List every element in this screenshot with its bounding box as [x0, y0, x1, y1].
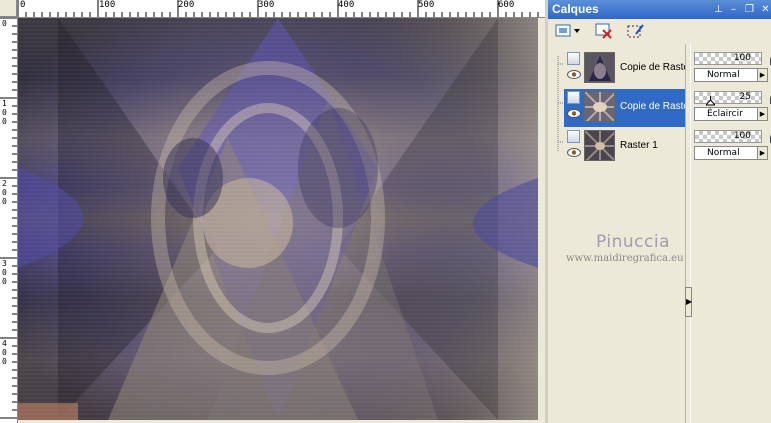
image-canvas[interactable] — [18, 18, 538, 420]
blend-dropdown-arrow-icon[interactable]: ▶ — [758, 68, 768, 82]
ruler-v-300-d3: 0 — [2, 277, 7, 286]
panel-title: Calques — [552, 2, 599, 16]
ruler-label-0: 0 — [20, 0, 26, 10]
ruler-v-200-d3: 0 — [2, 197, 7, 206]
opacity-value: 25 — [739, 92, 751, 102]
layer-thumbnail — [584, 91, 615, 122]
panel-splitter[interactable]: ▶ — [685, 44, 692, 423]
opacity-value: 100 — [733, 131, 751, 141]
ruler-label-200: 200 — [178, 0, 195, 10]
ruler-label-0-v: 0 — [2, 19, 7, 28]
blend-dropdown-arrow-icon[interactable]: ▶ — [758, 107, 768, 121]
ruler-v-200-d2: 0 — [2, 188, 7, 197]
ruler-label-500: 500 — [418, 0, 435, 10]
layer-name: Raster 1 — [620, 140, 658, 151]
layer-visibility-toggle[interactable] — [567, 130, 580, 143]
canvas-scrollbar[interactable] — [538, 18, 545, 423]
blend-mode-select[interactable]: Éclaircir — [694, 107, 758, 121]
layer-properties-2: 25 Éclaircir ▶ — [694, 89, 771, 127]
layer-properties-3: 100 Normal ▶ — [694, 128, 771, 166]
eye-icon[interactable] — [567, 148, 581, 157]
ruler-corner — [0, 0, 17, 17]
layer-properties-1: 100 Normal ▶ — [694, 50, 771, 88]
ruler-label-600: 600 — [498, 0, 515, 10]
opacity-value: 100 — [733, 53, 751, 63]
eye-icon[interactable] — [567, 70, 581, 79]
abstract-artwork — [18, 18, 538, 420]
pin-icon[interactable]: ⊥ — [712, 3, 725, 16]
ruler-v-100-d2: 0 — [2, 108, 7, 117]
layer-row-copie-raster-1-selected[interactable]: Copie de Raster 1 — [564, 89, 688, 127]
ruler-label-400: 400 — [338, 0, 355, 10]
blend-mode-select[interactable]: Normal — [694, 68, 758, 82]
ruler-label-100: 100 — [99, 0, 116, 10]
slider-thumb-icon[interactable] — [706, 96, 715, 106]
opacity-slider[interactable]: 25 — [694, 91, 762, 106]
layers-panel: Calques ⊥ – ❐ ✕ Copie de Rast Copie de R… — [545, 0, 771, 423]
ruler-v-100-d3: 0 — [2, 117, 7, 126]
layer-thumbnail — [584, 130, 615, 161]
layer-thumbnail — [584, 52, 615, 83]
ruler-label-300: 300 — [258, 0, 275, 10]
opacity-slider[interactable]: 100 — [694, 130, 762, 143]
edit-selection-icon[interactable] — [626, 22, 646, 40]
ruler-v-300-d1: 3 — [2, 259, 7, 268]
ruler-v-400-d2: 0 — [2, 348, 7, 357]
blend-dropdown-arrow-icon[interactable]: ▶ — [758, 146, 768, 160]
watermark-name: Pinuccia — [596, 232, 670, 252]
delete-layer-icon[interactable] — [594, 22, 614, 40]
ruler-v-400-d1: 4 — [2, 339, 7, 348]
layer-name: Copie de Raster 1 — [620, 62, 688, 73]
layer-name: Copie de Raster 1 — [620, 101, 688, 112]
dropdown-arrow-icon — [574, 29, 580, 33]
layer-row-copie-raster-1-top[interactable]: Copie de Raster 1 — [564, 50, 688, 88]
layer-visibility-toggle[interactable] — [567, 52, 580, 65]
close-icon[interactable]: ✕ — [759, 3, 771, 16]
layers-toolbar — [548, 19, 771, 44]
ruler-v-200-d1: 2 — [2, 179, 7, 188]
layer-row-raster-1[interactable]: Raster 1 — [564, 128, 688, 166]
new-layer-icon[interactable] — [554, 22, 580, 40]
blend-mode-select[interactable]: Normal — [694, 146, 758, 160]
ruler-horizontal-ticks — [17, 0, 539, 17]
canvas-area: 0 100 200 300 400 500 600 0 1 0 0 2 0 0 … — [0, 0, 545, 423]
splitter-arrow-icon[interactable]: ▶ — [685, 287, 692, 317]
ruler-horizontal: 0 100 200 300 400 500 600 — [17, 0, 545, 18]
ruler-vertical: 0 1 0 0 2 0 0 3 0 0 4 0 0 — [0, 17, 18, 423]
panel-titlebar[interactable]: Calques ⊥ – ❐ ✕ — [548, 0, 771, 19]
layer-visibility-toggle[interactable] — [567, 91, 580, 104]
ruler-v-400-d3: 0 — [2, 357, 7, 366]
ruler-v-100-d1: 1 — [2, 99, 7, 108]
minimize-icon[interactable]: – — [727, 3, 740, 16]
restore-icon[interactable]: ❐ — [743, 3, 756, 16]
eye-icon[interactable] — [567, 109, 581, 118]
opacity-slider[interactable]: 100 — [694, 52, 762, 65]
ruler-v-300-d2: 0 — [2, 268, 7, 277]
watermark-url: www.maidiregrafica.eu — [566, 253, 684, 264]
